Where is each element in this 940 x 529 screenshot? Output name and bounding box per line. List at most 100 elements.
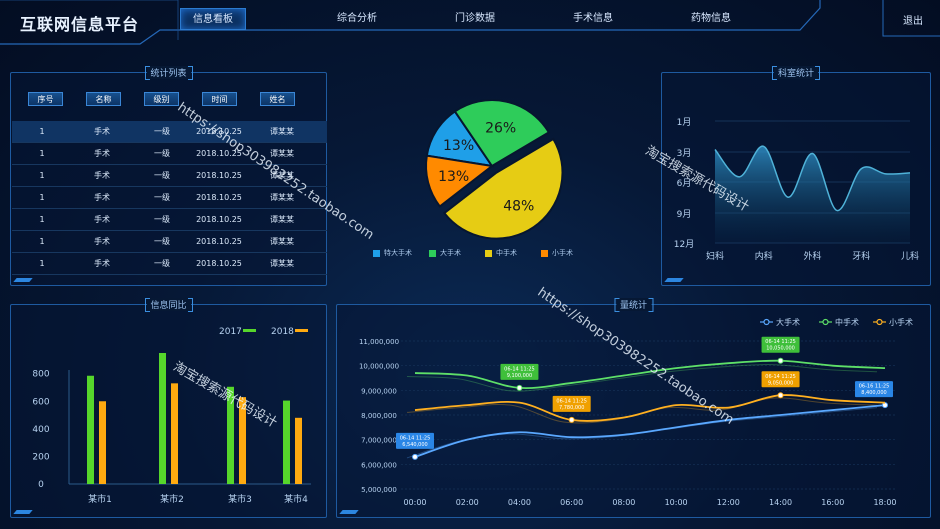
legend-marker — [763, 318, 770, 326]
x-tick-label: 内科 — [755, 250, 773, 262]
bar — [227, 386, 234, 484]
panel-corner — [13, 510, 33, 514]
data-point — [516, 384, 523, 391]
column-header[interactable]: 名称 — [86, 92, 121, 106]
y-tick-label: 3月 — [677, 148, 692, 159]
legend-item[interactable]: 大手术 — [429, 248, 461, 258]
column-header[interactable]: 时间 — [202, 92, 237, 106]
tab-outpatient[interactable]: 门诊数据 — [416, 8, 534, 30]
table-cell: 2018.10.25 — [196, 127, 242, 136]
table-row[interactable]: 1 手术 一级 2018.10.25 谭某某 — [12, 165, 327, 187]
pie-label: 13% — [438, 169, 469, 185]
volume-panel: 量统计 5,000,000 6,000,000 7,000,000 8,000,000… — [336, 298, 931, 518]
tooltip-time: 06-14 11:25 — [504, 366, 535, 372]
table-row[interactable]: 1 手术 一级 2018.10.25 谭某某 — [12, 253, 327, 275]
legend-swatch — [485, 249, 492, 257]
legend-item[interactable]: 特大手术 — [373, 248, 412, 258]
table-cell: 2018.10.25 — [196, 215, 242, 224]
table-row[interactable]: 1 手术 一级 2018.10.25 谭某某 — [12, 143, 327, 165]
panel-corner — [664, 278, 684, 282]
tab-analysis[interactable]: 综合分析 — [298, 8, 416, 30]
table-cell: 1 — [39, 149, 45, 158]
y-tick-label: 8,000,000 — [361, 412, 397, 420]
pie-legend: 特大手术 大手术 中手术 小手术 — [373, 248, 593, 258]
bar — [171, 383, 178, 484]
y-tick-label: 9月 — [677, 209, 692, 220]
y-tick-label: 10,000,000 — [359, 363, 399, 371]
legend-swatch — [429, 249, 436, 257]
legend-label: 小手术 — [889, 317, 913, 327]
x-tick-label: 12:00 — [717, 498, 740, 507]
legend-marker — [876, 318, 883, 326]
tooltip-value: 7,780,000 — [559, 405, 584, 411]
table-cell: 手术 — [94, 237, 110, 246]
table-cell: 1 — [39, 237, 45, 246]
table-row[interactable]: 1 手术 一级 2018.10.25 谭某某 — [12, 121, 327, 143]
table-header: 序号 名称 级别 时间 姓名 — [28, 92, 318, 106]
table-cell: 2018.10.25 — [196, 259, 242, 268]
tab-surgery[interactable]: 手术信息 — [534, 8, 652, 30]
exit-button[interactable]: 退出 — [903, 12, 923, 27]
x-tick-label: 18:00 — [873, 498, 896, 507]
bar-chart: 0 200 400 600 800 某市1 某市2 某市3 某市4 2017 2018 — [32, 327, 311, 505]
x-tick-label: 08:00 — [612, 498, 635, 507]
y-tick-label: 5,000,000 — [361, 486, 397, 494]
table-row[interactable]: 1 手术 一级 2018.10.25 谭某某 — [12, 187, 327, 209]
x-tick-label: 14:00 — [769, 498, 792, 507]
app-title: 互联网信息平台 — [20, 15, 140, 34]
series-shadow — [406, 397, 878, 424]
tooltip-value: 10,050,000 — [766, 346, 795, 352]
table-cell: 1 — [39, 127, 45, 136]
table-cell: 手术 — [94, 193, 110, 202]
table-cell: 一级 — [154, 127, 170, 136]
x-tick-label: 06:00 — [560, 498, 583, 507]
data-point — [568, 416, 575, 423]
legend-label: 2017 — [219, 327, 242, 337]
panel-corner — [13, 278, 33, 282]
table-cell: 一级 — [154, 237, 170, 246]
y-tick-label: 6,000,000 — [361, 461, 397, 469]
table-row[interactable]: 1 手术 一级 2018.10.25 谭某某 — [12, 209, 327, 231]
table-row[interactable]: 1 手术 一级 2018.10.25 谭某某 — [12, 231, 327, 253]
x-tick-label: 外科 — [803, 250, 821, 262]
data-point — [412, 453, 418, 460]
legend-swatch — [295, 329, 308, 332]
header: 互联网信息平台 信息看板 综合分析 门诊数据 手术信息 药物信息 退出 — [0, 0, 940, 46]
tooltip-time: 06-14 11:25 — [556, 398, 587, 404]
table-cell: 一级 — [154, 149, 170, 158]
pie-label: 48% — [503, 198, 534, 214]
yoy-panel: 信息同比 0 200 400 600 800 某市1 某市2 某市3 某市4 2017 2018 — [10, 298, 327, 518]
tooltip-time: 06-14 11:25 — [400, 435, 431, 441]
y-tick-label: 600 — [32, 397, 49, 407]
table-cell: 1 — [39, 171, 45, 180]
table-cell: 手术 — [94, 215, 110, 224]
table-cell: 谭某某 — [270, 259, 294, 268]
legend-item[interactable]: 小手术 — [541, 248, 573, 258]
x-tick-label: 儿科 — [901, 250, 919, 262]
legend-label: 小手术 — [552, 249, 573, 257]
table-cell: 谭某某 — [270, 171, 294, 180]
table-cell: 1 — [39, 215, 45, 224]
legend-swatch — [373, 249, 380, 257]
area-chart: 1月 3月 6月 9月 12月妇科 内科 外科 牙科 儿科 — [674, 117, 919, 262]
y-tick-label: 6月 — [677, 178, 692, 189]
table-cell: 2018.10.25 — [196, 193, 242, 202]
column-header[interactable]: 级别 — [144, 92, 179, 106]
pie-chart: 13% 26% 48% 13% — [425, 99, 564, 240]
table-cell: 手术 — [94, 127, 110, 136]
x-tick-label: 某市1 — [88, 493, 112, 505]
tooltip-value: 8,400,000 — [861, 390, 886, 396]
legend-item[interactable]: 中手术 — [485, 248, 517, 258]
bar — [159, 353, 166, 484]
tooltip-value: 6,540,000 — [402, 442, 427, 448]
table-cell: 谭某某 — [270, 193, 294, 202]
bar — [239, 397, 246, 484]
column-header[interactable]: 姓名 — [260, 92, 295, 106]
table-cell: 谭某某 — [270, 127, 294, 136]
tab-info-board[interactable]: 信息看板 — [180, 8, 246, 30]
column-header[interactable]: 序号 — [28, 92, 63, 106]
table-cell: 2018.10.25 — [196, 149, 242, 158]
legend-label: 特大手术 — [384, 249, 412, 257]
tooltip-value: 9,100,000 — [507, 373, 532, 379]
tab-medicine[interactable]: 药物信息 — [652, 8, 770, 30]
